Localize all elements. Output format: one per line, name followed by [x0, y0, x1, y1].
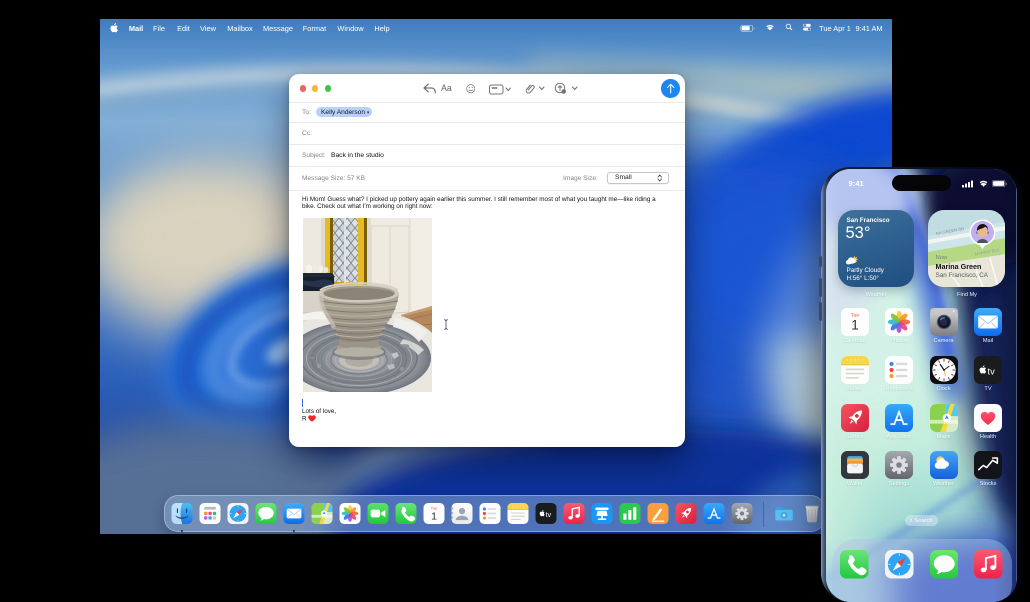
svg-text:tv: tv [988, 366, 996, 376]
svg-text:1: 1 [851, 317, 859, 332]
svg-text:1: 1 [431, 510, 437, 522]
svg-text:tv: tv [546, 512, 552, 519]
svg-text:Tue: Tue [431, 507, 437, 511]
